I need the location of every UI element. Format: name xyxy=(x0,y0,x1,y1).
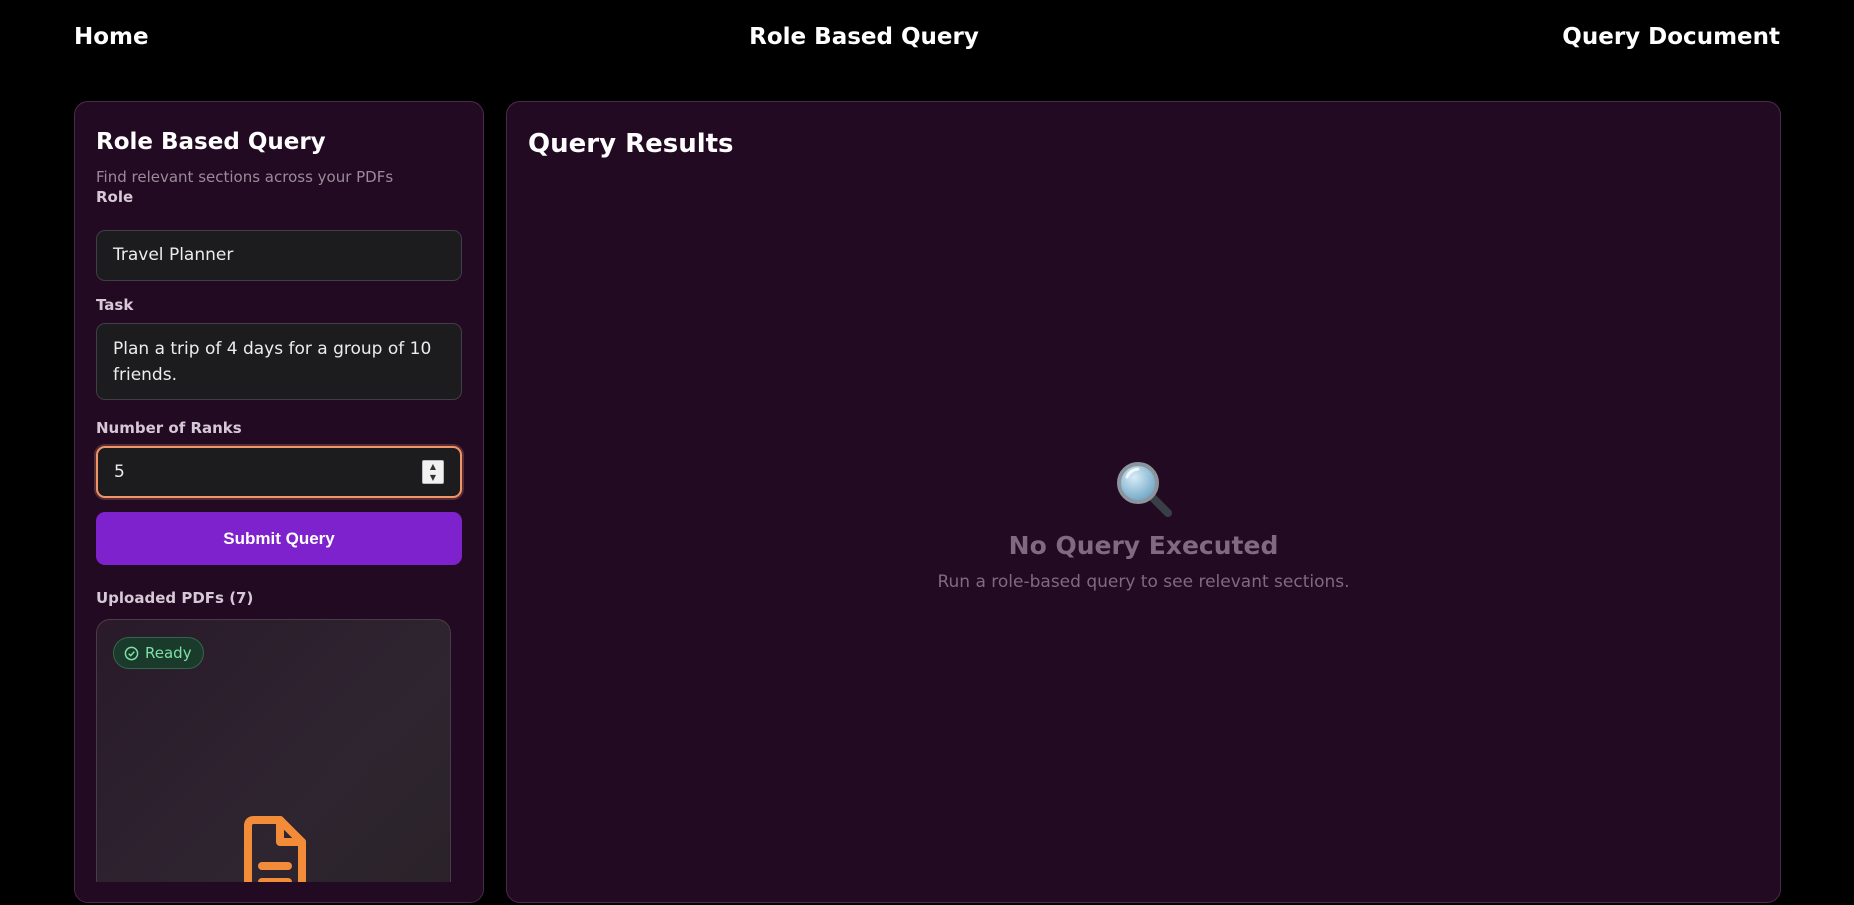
results-title: Query Results xyxy=(528,129,734,159)
pdf-card[interactable]: Ready xyxy=(96,619,451,902)
uploaded-pdfs-label: Uploaded PDFs (7) xyxy=(96,589,254,607)
role-label: Role xyxy=(96,188,134,206)
task-textarea[interactable]: Plan a trip of 4 days for a group of 10 … xyxy=(96,323,462,400)
ranks-number-input[interactable]: 5 ▲ ▼ xyxy=(96,446,462,498)
empty-state: No Query Executed Run a role-based query… xyxy=(507,459,1780,592)
panel-bottom-edge xyxy=(75,882,483,902)
panel-subtitle: Find relevant sections across your PDFs xyxy=(96,168,394,186)
empty-state-title: No Query Executed xyxy=(1008,531,1279,560)
chevron-up-icon[interactable]: ▲ xyxy=(423,461,443,472)
status-badge: Ready xyxy=(113,637,204,669)
status-text: Ready xyxy=(145,644,192,662)
nav-query-document-link[interactable]: Query Document xyxy=(1562,24,1780,50)
ranks-label: Number of Ranks xyxy=(96,419,242,437)
magnifying-glass-icon xyxy=(1116,462,1172,517)
role-input[interactable]: Travel Planner xyxy=(96,230,462,281)
panel-title: Role Based Query xyxy=(96,129,326,155)
top-navigation: Home Role Based Query Query Document xyxy=(0,0,1854,80)
empty-state-description: Run a role-based query to see relevant s… xyxy=(937,572,1350,592)
query-results-panel: Query Results No Query Executed Run a ro… xyxy=(506,101,1781,903)
query-form-panel: Role Based Query Find relevant sections … xyxy=(74,101,484,903)
check-circle-icon xyxy=(124,646,139,660)
chevron-down-icon[interactable]: ▼ xyxy=(423,472,443,483)
nav-role-based-query-link[interactable]: Role Based Query xyxy=(0,24,1728,50)
task-label: Task xyxy=(96,296,134,314)
ranks-value: 5 xyxy=(114,462,125,482)
number-stepper[interactable]: ▲ ▼ xyxy=(422,460,444,484)
submit-query-button[interactable]: Submit Query xyxy=(96,512,462,565)
